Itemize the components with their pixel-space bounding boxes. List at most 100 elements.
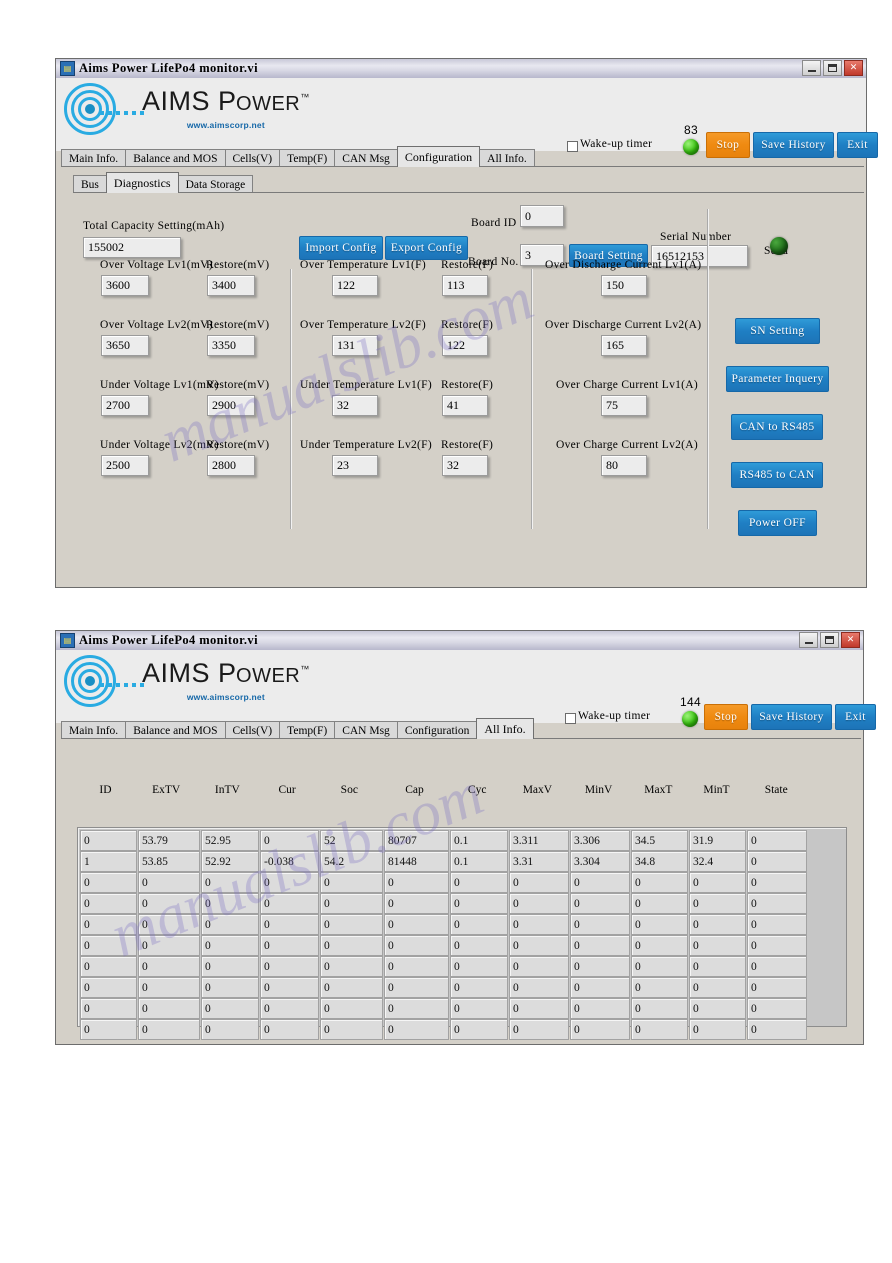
- temp-restore-input-2[interactable]: 41: [442, 395, 488, 416]
- table-cell-minv[interactable]: 0: [570, 998, 630, 1019]
- restore-input-1[interactable]: 3350: [207, 335, 255, 356]
- maximize-icon[interactable]: [820, 632, 839, 648]
- table-cell-maxt[interactable]: 0: [631, 893, 688, 914]
- table-cell-cyc[interactable]: 0: [450, 977, 508, 998]
- current-input-3[interactable]: 80: [601, 455, 647, 476]
- table-cell-state[interactable]: 0: [747, 956, 807, 977]
- table-cell-cyc[interactable]: 0: [450, 893, 508, 914]
- table-cell-maxv[interactable]: 0: [509, 935, 569, 956]
- maximize-icon[interactable]: [823, 60, 842, 76]
- table-cell-mint[interactable]: 0: [689, 893, 746, 914]
- tab-temp-f[interactable]: Temp(F): [279, 721, 336, 739]
- table-cell-extv[interactable]: 0: [138, 1019, 200, 1040]
- table-cell-minv[interactable]: 0: [570, 977, 630, 998]
- table-cell-id[interactable]: 0: [80, 1019, 137, 1040]
- table-cell-cur[interactable]: -0.038: [260, 851, 319, 872]
- save-history-button[interactable]: Save History: [753, 132, 834, 158]
- table-cell-minv[interactable]: 0: [570, 1019, 630, 1040]
- table-cell-cyc[interactable]: 0.1: [450, 830, 508, 851]
- current-input-2[interactable]: 75: [601, 395, 647, 416]
- table-cell-state[interactable]: 0: [747, 977, 807, 998]
- table-cell-cur[interactable]: 0: [260, 914, 319, 935]
- table-cell-extv[interactable]: 0: [138, 914, 200, 935]
- table-cell-maxt[interactable]: 0: [631, 1019, 688, 1040]
- table-cell-cur[interactable]: 0: [260, 956, 319, 977]
- side-button-can-to-rs485[interactable]: CAN to RS485: [731, 414, 823, 440]
- table-cell-extv[interactable]: 0: [138, 977, 200, 998]
- tab-main-info[interactable]: Main Info.: [61, 721, 127, 739]
- table-cell-minv[interactable]: 0: [570, 914, 630, 935]
- table-cell-maxv[interactable]: 0: [509, 872, 569, 893]
- tab-cells-v[interactable]: Cells(V): [224, 149, 281, 167]
- table-cell-cyc[interactable]: 0: [450, 956, 508, 977]
- table-cell-state[interactable]: 0: [747, 1019, 807, 1040]
- table-cell-maxt[interactable]: 0: [631, 935, 688, 956]
- table-cell-maxt[interactable]: 34.8: [631, 851, 688, 872]
- table-cell-soc[interactable]: 0: [320, 998, 383, 1019]
- exit-button[interactable]: Exit: [837, 132, 878, 158]
- table-cell-maxv[interactable]: 0: [509, 914, 569, 935]
- tab-can-msg[interactable]: CAN Msg: [334, 721, 398, 739]
- table-cell-cap[interactable]: 0: [384, 872, 449, 893]
- param-input-0[interactable]: 3600: [101, 275, 149, 296]
- tab-main-info[interactable]: Main Info.: [61, 149, 127, 167]
- minimize-icon[interactable]: [802, 60, 821, 76]
- table-cell-soc[interactable]: 0: [320, 956, 383, 977]
- tab-configuration[interactable]: Configuration: [396, 721, 478, 739]
- table-cell-extv[interactable]: 0: [138, 935, 200, 956]
- side-button-parameter-inquery[interactable]: Parameter Inquery: [726, 366, 829, 392]
- table-cell-id[interactable]: 0: [80, 872, 137, 893]
- table-cell-cap[interactable]: 0: [384, 935, 449, 956]
- subtab-diagnostics[interactable]: Diagnostics: [105, 172, 179, 193]
- param-input-3[interactable]: 2500: [101, 455, 149, 476]
- table-cell-cyc[interactable]: 0: [450, 872, 508, 893]
- table-cell-state[interactable]: 0: [747, 830, 807, 851]
- table-cell-cap[interactable]: 0: [384, 998, 449, 1019]
- table-cell-state[interactable]: 0: [747, 893, 807, 914]
- table-cell-maxv[interactable]: 3.311: [509, 830, 569, 851]
- table-cell-cyc[interactable]: 0: [450, 914, 508, 935]
- table-cell-cyc[interactable]: 0.1: [450, 851, 508, 872]
- close-icon[interactable]: ✕: [841, 632, 860, 648]
- param-input-2[interactable]: 2700: [101, 395, 149, 416]
- table-cell-extv[interactable]: 53.85: [138, 851, 200, 872]
- table-cell-cap[interactable]: 0: [384, 1019, 449, 1040]
- side-button-sn-setting[interactable]: SN Setting: [735, 318, 820, 344]
- wakeup-timer-checkbox[interactable]: [565, 713, 576, 724]
- table-cell-id[interactable]: 0: [80, 977, 137, 998]
- export-config-button[interactable]: Export Config: [385, 236, 468, 260]
- table-cell-extv[interactable]: 0: [138, 998, 200, 1019]
- table-cell-maxv[interactable]: 0: [509, 893, 569, 914]
- restore-input-3[interactable]: 2800: [207, 455, 255, 476]
- temp-input-1[interactable]: 131: [332, 335, 378, 356]
- table-cell-intv[interactable]: 52.95: [201, 830, 259, 851]
- table-cell-id[interactable]: 1: [80, 851, 137, 872]
- stop-button[interactable]: Stop: [704, 704, 748, 730]
- table-cell-intv[interactable]: 0: [201, 956, 259, 977]
- table-cell-maxv[interactable]: 0: [509, 998, 569, 1019]
- temp-restore-input-1[interactable]: 122: [442, 335, 488, 356]
- table-cell-maxt[interactable]: 34.5: [631, 830, 688, 851]
- table-cell-cur[interactable]: 0: [260, 872, 319, 893]
- table-cell-cur[interactable]: 0: [260, 893, 319, 914]
- table-cell-mint[interactable]: 32.4: [689, 851, 746, 872]
- table-cell-maxt[interactable]: 0: [631, 998, 688, 1019]
- table-cell-cap[interactable]: 80707: [384, 830, 449, 851]
- table-cell-cap[interactable]: 81448: [384, 851, 449, 872]
- temp-input-3[interactable]: 23: [332, 455, 378, 476]
- tab-configuration[interactable]: Configuration: [396, 146, 481, 167]
- param-input-1[interactable]: 3650: [101, 335, 149, 356]
- table-cell-id[interactable]: 0: [80, 830, 137, 851]
- restore-input-2[interactable]: 2900: [207, 395, 255, 416]
- table-cell-soc[interactable]: 54.2: [320, 851, 383, 872]
- table-cell-intv[interactable]: 0: [201, 1019, 259, 1040]
- table-cell-cur[interactable]: 0: [260, 1019, 319, 1040]
- table-cell-state[interactable]: 0: [747, 872, 807, 893]
- table-cell-state[interactable]: 0: [747, 914, 807, 935]
- table-cell-soc[interactable]: 0: [320, 914, 383, 935]
- restore-input-0[interactable]: 3400: [207, 275, 255, 296]
- table-cell-intv[interactable]: 0: [201, 893, 259, 914]
- tab-cells-v[interactable]: Cells(V): [224, 721, 281, 739]
- table-cell-state[interactable]: 0: [747, 851, 807, 872]
- tab-balance-and-mos[interactable]: Balance and MOS: [125, 149, 226, 167]
